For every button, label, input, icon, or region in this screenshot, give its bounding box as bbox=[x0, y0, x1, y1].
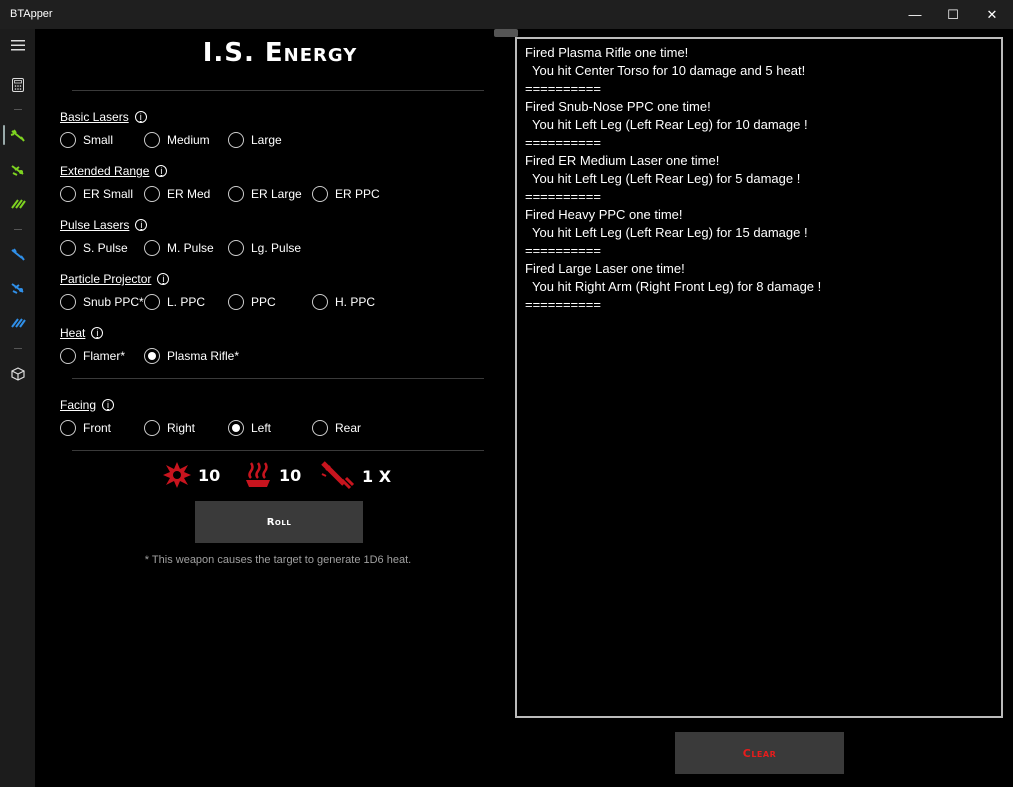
hamburger-icon bbox=[10, 39, 25, 50]
shots-value: 1 X bbox=[362, 466, 392, 486]
radio-rear[interactable]: Rear bbox=[312, 420, 361, 436]
explosion-icon bbox=[163, 462, 191, 488]
close-button[interactable]: ✕ bbox=[973, 0, 1011, 29]
log-line: Fired Snub-Nose PPC one time! bbox=[525, 99, 711, 114]
group-label-pulse-lasers: Pulse Lasers i bbox=[60, 218, 148, 232]
cube-icon bbox=[10, 367, 25, 381]
radio-l-ppc[interactable]: L. PPC bbox=[144, 294, 205, 310]
laser-gun-red-icon bbox=[321, 461, 355, 490]
cannon-green-icon bbox=[10, 165, 24, 176]
radio-er-med[interactable]: ER Med bbox=[144, 186, 210, 202]
missiles-green-icon bbox=[10, 199, 26, 209]
log-line: Fired Heavy PPC one time! bbox=[525, 207, 683, 222]
info-icon[interactable]: i bbox=[134, 111, 147, 123]
divider bbox=[72, 90, 484, 91]
radio-m-pulse[interactable]: M. Pulse bbox=[144, 240, 214, 256]
radio-h-ppc[interactable]: H. PPC bbox=[312, 294, 375, 310]
group-label-particle-projector: Particle Projector i bbox=[60, 272, 170, 286]
heat-icon bbox=[246, 462, 270, 487]
radio-er-small[interactable]: ER Small bbox=[60, 186, 133, 202]
laser-gun-blue-icon bbox=[10, 248, 25, 261]
radio-er-ppc[interactable]: ER PPC bbox=[312, 186, 380, 202]
radio-flamer[interactable]: Flamer* bbox=[60, 348, 125, 364]
missiles-blue-icon bbox=[10, 318, 26, 328]
cannon-blue-icon bbox=[10, 283, 24, 294]
info-icon[interactable]: i bbox=[157, 273, 170, 285]
log-line: Fired Plasma Rifle one time! bbox=[525, 45, 689, 60]
log-line: ========== bbox=[525, 297, 601, 312]
info-icon[interactable]: i bbox=[91, 327, 104, 339]
sidebar-item-energy-weapons[interactable] bbox=[0, 121, 35, 151]
clear-button[interactable]: Clear bbox=[675, 732, 844, 774]
group-label-basic-lasers: Basic Lasers i bbox=[60, 110, 147, 124]
damage-value: 10 bbox=[198, 465, 221, 485]
info-icon[interactable]: i bbox=[155, 165, 168, 177]
log-line: Fired ER Medium Laser one time! bbox=[525, 153, 720, 168]
log-line: You hit Center Torso for 10 damage and 5… bbox=[525, 63, 806, 78]
radio-medium[interactable]: Medium bbox=[144, 132, 210, 148]
heat-stat: 10 bbox=[243, 460, 301, 490]
radio-right[interactable]: Right bbox=[144, 420, 195, 436]
radio-front[interactable]: Front bbox=[60, 420, 111, 436]
radio-plasma-rifle[interactable]: Plasma Rifle* bbox=[144, 348, 239, 364]
log-line: ========== bbox=[525, 189, 601, 204]
sidebar-item-calculator[interactable] bbox=[0, 70, 35, 100]
info-icon[interactable]: i bbox=[102, 399, 115, 411]
laser-gun-green-icon bbox=[10, 129, 25, 142]
divider bbox=[72, 450, 484, 451]
maximize-button[interactable]: ☐ bbox=[934, 0, 972, 29]
sidebar-item-physical[interactable] bbox=[0, 359, 35, 389]
group-label-heat: Heat i bbox=[60, 326, 104, 340]
info-icon[interactable]: i bbox=[135, 219, 148, 231]
app-title: BTApper bbox=[10, 8, 53, 20]
sidebar-item-ballistic-weapons[interactable] bbox=[0, 155, 35, 185]
radio-lg-pulse[interactable]: Lg. Pulse bbox=[228, 240, 301, 256]
group-label-extended-range: Extended Range i bbox=[60, 164, 168, 178]
sidebar-item-missile-weapons[interactable] bbox=[0, 188, 35, 218]
radio-large[interactable]: Large bbox=[228, 132, 282, 148]
log-line: You hit Left Leg (Left Rear Leg) for 15 … bbox=[525, 225, 808, 240]
log-line: You hit Right Arm (Right Front Leg) for … bbox=[525, 279, 822, 294]
heat-value: 10 bbox=[279, 465, 302, 485]
sidebar-item-clan-ballistic[interactable] bbox=[0, 273, 35, 303]
radio-er-large[interactable]: ER Large bbox=[228, 186, 302, 202]
sidebar bbox=[0, 29, 35, 787]
roll-button[interactable]: Roll bbox=[195, 501, 363, 543]
log-line: You hit Left Leg (Left Rear Leg) for 5 d… bbox=[525, 171, 801, 186]
shots-stat: 1 X bbox=[320, 460, 391, 492]
divider bbox=[72, 378, 484, 379]
sidebar-item-clan-energy[interactable] bbox=[0, 240, 35, 270]
damage-stat: 10 bbox=[162, 460, 220, 490]
radio-small[interactable]: Small bbox=[60, 132, 113, 148]
log-line: ========== bbox=[525, 243, 601, 258]
hamburger-menu-button[interactable] bbox=[0, 30, 35, 60]
sidebar-item-clan-missile[interactable] bbox=[0, 307, 35, 337]
log-line: ========== bbox=[525, 81, 601, 96]
footnote: * This weapon causes the target to gener… bbox=[144, 554, 412, 566]
calculator-icon bbox=[11, 78, 24, 92]
log-line: Fired Large Laser one time! bbox=[525, 261, 685, 276]
radio-left[interactable]: Left bbox=[228, 420, 271, 436]
minimize-button[interactable]: — bbox=[896, 0, 934, 29]
combat-log[interactable]: Fired Plasma Rifle one time! You hit Cen… bbox=[515, 37, 1003, 718]
radio-s-pulse[interactable]: S. Pulse bbox=[60, 240, 128, 256]
page-title: I.S. Energy bbox=[202, 38, 358, 68]
title-bar: BTApper — ☐ ✕ bbox=[0, 0, 1013, 29]
log-line: ========== bbox=[525, 135, 601, 150]
radio-snub-ppc[interactable]: Snub PPC* bbox=[60, 294, 144, 310]
group-label-facing: Facing i bbox=[60, 398, 115, 412]
log-line: You hit Left Leg (Left Rear Leg) for 10 … bbox=[525, 117, 808, 132]
splitter-handle[interactable] bbox=[494, 29, 518, 37]
radio-ppc[interactable]: PPC bbox=[228, 294, 276, 310]
